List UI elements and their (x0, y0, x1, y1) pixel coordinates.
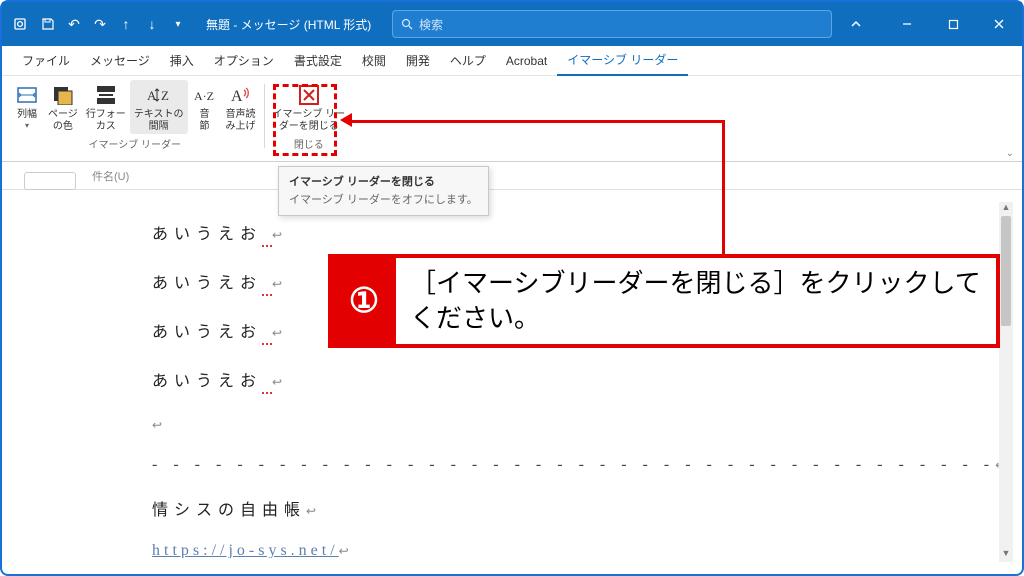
text-spacing-label: テキストの間隔 (134, 109, 184, 132)
svg-text:A·Z: A·Z (194, 89, 214, 103)
tooltip-title: イマーシブ リーダーを閉じる (289, 173, 478, 189)
menubar: ファイル メッセージ 挿入 オプション 書式設定 校閲 開発 ヘルプ Acrob… (2, 46, 1022, 76)
search-input[interactable]: 検索 (392, 10, 832, 38)
from-field-stub (24, 172, 76, 190)
column-width-label: 列幅 (17, 109, 37, 121)
text-spacing-icon: AZ (145, 82, 173, 108)
ribbon-collapse-icon[interactable]: ⌄ (1006, 148, 1014, 159)
qat: ↶ ↷ ↑ ↓ ▾ (10, 12, 190, 36)
signature-name: 情シスの自由帳↩ (152, 496, 1022, 520)
outlook-icon (10, 12, 34, 36)
page-color-label: ページの色 (48, 109, 78, 132)
redo-icon[interactable]: ↷ (88, 12, 112, 36)
search-placeholder: 検索 (419, 16, 443, 33)
signature-link[interactable]: https://jo-sys.net/ (152, 542, 339, 558)
instruction-callout: ① ［イマーシブリーダーを閉じる］をクリックしてください。 (328, 254, 1000, 348)
syllables-icon: A·Z (193, 82, 217, 108)
svg-text:A: A (231, 88, 243, 105)
ribbon-group-label: イマーシブ リーダー (88, 136, 181, 151)
read-aloud-button[interactable]: A 音声読み上げ (222, 80, 260, 134)
scroll-thumb[interactable] (1001, 216, 1011, 326)
up-arrow-icon[interactable]: ↑ (114, 12, 138, 36)
body-separator: - - - - - - - - - - - - - - - - - - - - … (152, 456, 1022, 474)
scroll-up-icon[interactable]: ▲ (999, 202, 1013, 216)
body-line: あいうえお ↩ (152, 367, 1022, 394)
column-width-button[interactable]: 列幅 ▾ (10, 80, 44, 134)
instruction-step-badge: ① (332, 258, 396, 344)
tab-options[interactable]: オプション (204, 46, 284, 76)
close-window-button[interactable] (976, 2, 1022, 46)
titlebar: ↶ ↷ ↑ ↓ ▾ 無題 - メッセージ (HTML 形式) 検索 (2, 2, 1022, 46)
annotation-arrow (352, 120, 724, 123)
ribbon-group-immersive-reader: 列幅 ▾ ページの色 行フォーカス AZ テキストの間隔 (10, 80, 260, 160)
column-width-icon (15, 82, 39, 108)
ribbon: 列幅 ▾ ページの色 行フォーカス AZ テキストの間隔 (2, 76, 1022, 162)
qat-customize-icon[interactable]: ▾ (166, 12, 190, 36)
read-aloud-icon: A (230, 82, 252, 108)
minimize-button[interactable] (884, 2, 930, 46)
search-icon (401, 18, 413, 30)
tab-developer[interactable]: 開発 (396, 46, 440, 76)
tab-file[interactable]: ファイル (12, 46, 80, 76)
annotation-arrow-head-icon (340, 113, 352, 127)
page-color-icon (52, 82, 74, 108)
tab-message[interactable]: メッセージ (80, 46, 160, 76)
ribbon-group-close: イマーシブ リーダーを閉じる 閉じる (269, 80, 350, 160)
subject-label: 件名(U) (92, 168, 129, 184)
svg-text:Z: Z (161, 88, 169, 103)
ribbon-display-options-icon[interactable] (840, 2, 872, 46)
scroll-down-icon[interactable]: ▼ (999, 548, 1013, 562)
undo-icon[interactable]: ↶ (62, 12, 86, 36)
subject-area: 件名(U) (2, 162, 1022, 190)
down-arrow-icon[interactable]: ↓ (140, 12, 164, 36)
window-controls (884, 2, 1022, 46)
tab-review[interactable]: 校閲 (352, 46, 396, 76)
line-focus-icon (96, 82, 116, 108)
text-spacing-button[interactable]: AZ テキストの間隔 (130, 80, 188, 134)
page-color-button[interactable]: ページの色 (44, 80, 82, 134)
vertical-scrollbar[interactable]: ▲ ▼ (999, 202, 1013, 562)
close-immersive-reader-label: イマーシブ リーダーを閉じる (273, 109, 346, 132)
maximize-button[interactable] (930, 2, 976, 46)
message-body[interactable]: あいうえお ↩ あいうえお ↩ あいうえお ↩ あいうえお ↩ ↩ - - - … (2, 190, 1022, 558)
syllables-label: 音節 (200, 109, 210, 132)
syllables-button[interactable]: A·Z 音節 (188, 80, 222, 134)
tab-acrobat[interactable]: Acrobat (496, 46, 557, 76)
tooltip: イマーシブ リーダーを閉じる イマーシブ リーダーをオフにします。 (278, 166, 489, 216)
save-icon[interactable] (36, 12, 60, 36)
tab-immersive-reader[interactable]: イマーシブ リーダー (557, 46, 688, 76)
body-line: あいうえお ↩ (152, 220, 1022, 247)
tab-help[interactable]: ヘルプ (440, 46, 496, 76)
read-aloud-label: 音声読み上げ (226, 109, 256, 132)
tooltip-body: イマーシブ リーダーをオフにします。 (289, 191, 478, 207)
close-icon (297, 82, 321, 108)
annotation-arrow (722, 120, 725, 256)
ribbon-separator (264, 84, 265, 148)
line-focus-button[interactable]: 行フォーカス (82, 80, 130, 134)
tab-format[interactable]: 書式設定 (284, 46, 352, 76)
close-immersive-reader-button[interactable]: イマーシブ リーダーを閉じる (269, 80, 350, 134)
line-focus-label: 行フォーカス (86, 109, 126, 132)
tab-insert[interactable]: 挿入 (160, 46, 204, 76)
signature-url-line: https://jo-sys.net/↩ (152, 542, 1022, 558)
ribbon-group-close-label: 閉じる (294, 136, 324, 151)
body-empty-line: ↩ (152, 416, 1022, 434)
window-title: 無題 - メッセージ (HTML 形式) (206, 16, 371, 33)
instruction-text: ［イマーシブリーダーを閉じる］をクリックしてください。 (396, 258, 996, 344)
